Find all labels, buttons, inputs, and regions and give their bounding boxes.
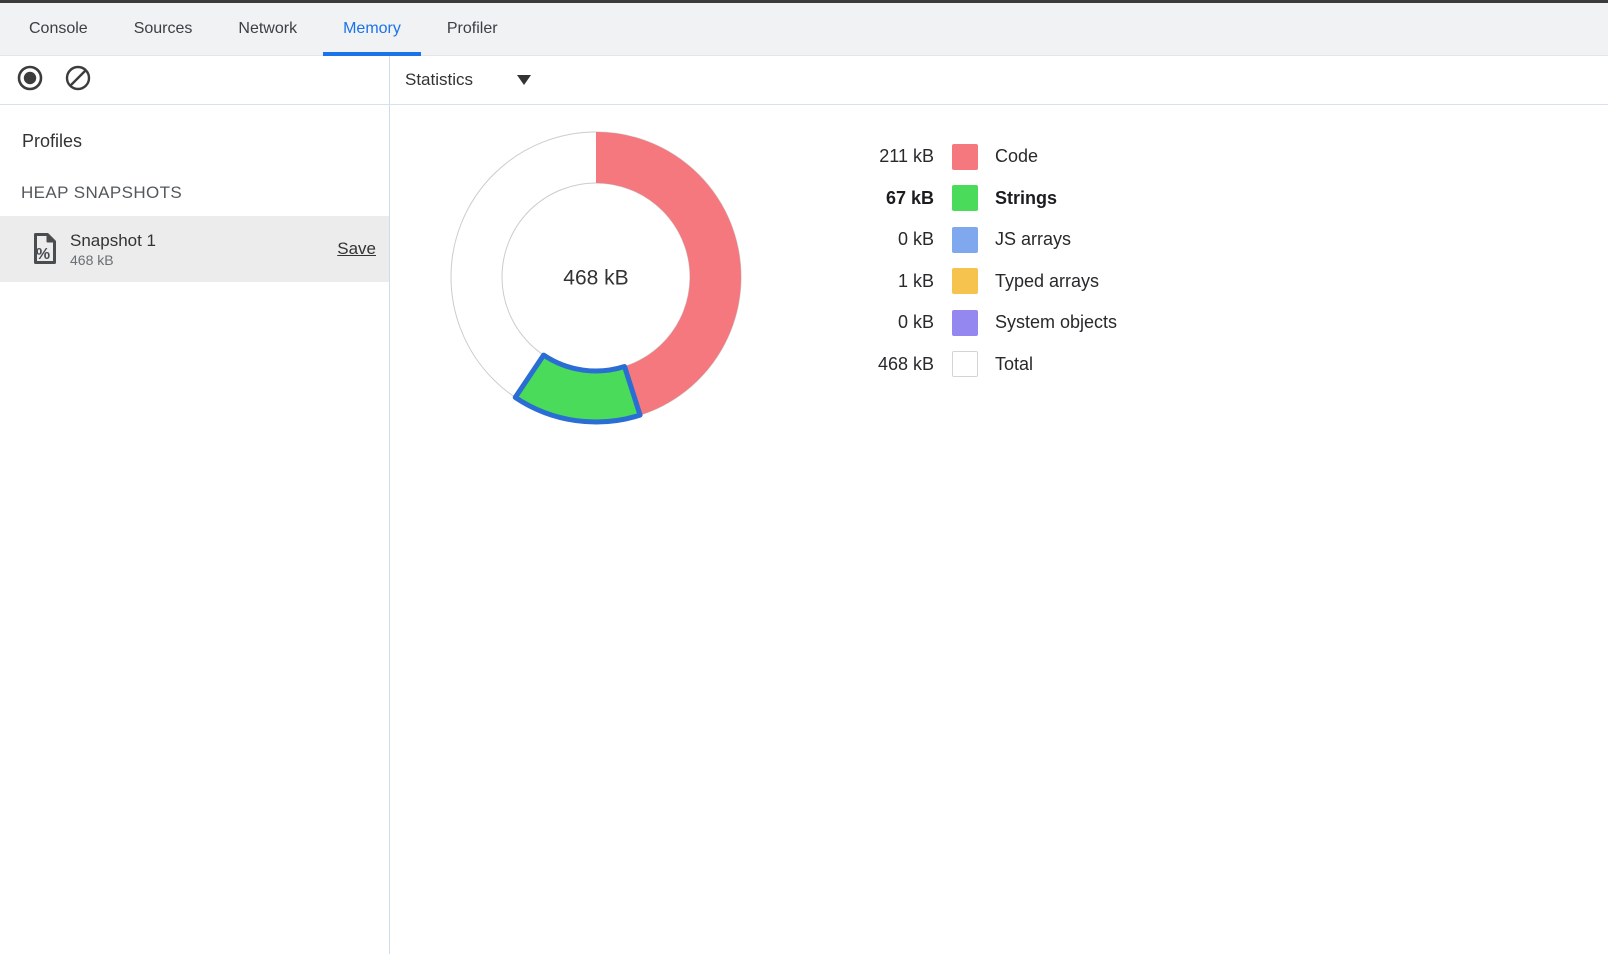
- legend-value: 468 kB: [830, 354, 934, 375]
- legend-label: Code: [995, 146, 1038, 167]
- snapshot-title: Snapshot 1: [70, 230, 337, 251]
- clear-profiles-button[interactable]: [65, 67, 91, 93]
- legend-value: 0 kB: [830, 229, 934, 250]
- donut-center-total-label: 468 kB: [563, 267, 628, 290]
- legend-row-js-arrays[interactable]: 0 kB JS arrays: [830, 219, 1117, 261]
- profiles-heading: Profiles: [0, 131, 389, 152]
- legend-row-typed-arrays[interactable]: 1 kB Typed arrays: [830, 261, 1117, 303]
- devtools-body: Profiles HEAP SNAPSHOTS % Snapshot 1 468…: [0, 105, 1608, 954]
- chevron-down-icon: [517, 75, 531, 85]
- record-heap-snapshot-button[interactable]: [17, 67, 43, 93]
- devtools-tabbar: Console Sources Network Memory Profiler: [0, 3, 1608, 56]
- snapshot-size: 468 kB: [70, 251, 337, 269]
- save-snapshot-link[interactable]: Save: [337, 239, 376, 259]
- legend-label: Strings: [995, 188, 1057, 209]
- view-toolbar: Statistics: [390, 56, 1608, 104]
- code-color-swatch: [952, 144, 978, 170]
- legend-row-total[interactable]: 468 kB Total: [830, 344, 1117, 386]
- js-arrays-color-swatch: [952, 227, 978, 253]
- profiles-sidebar: Profiles HEAP SNAPSHOTS % Snapshot 1 468…: [0, 105, 390, 954]
- legend-value: 1 kB: [830, 271, 934, 292]
- system-objects-color-swatch: [952, 310, 978, 336]
- tab-memory[interactable]: Memory: [323, 3, 421, 55]
- legend-value: 67 kB: [830, 188, 934, 209]
- heap-snapshot-file-icon: %: [30, 231, 60, 267]
- legend-label: Typed arrays: [995, 271, 1099, 292]
- toolbar: Statistics: [0, 56, 1608, 105]
- tab-sources[interactable]: Sources: [114, 3, 213, 55]
- legend-value: 211 kB: [830, 146, 934, 167]
- legend-row-code[interactable]: 211 kB Code: [830, 136, 1117, 178]
- legend-row-strings[interactable]: 67 kB Strings: [830, 178, 1117, 220]
- perspective-select[interactable]: Statistics: [405, 70, 531, 90]
- statistics-panel: 468 kB 211 kB Code 67 kB Strings 0 kB: [390, 105, 1608, 954]
- profiles-toolbar: [0, 56, 390, 104]
- sidebar-item-snapshot-1[interactable]: % Snapshot 1 468 kB Save: [0, 216, 389, 282]
- tab-network[interactable]: Network: [218, 3, 317, 55]
- legend-label: Total: [995, 354, 1033, 375]
- memory-donut-chart[interactable]: 468 kB: [446, 127, 746, 427]
- chart-legend: 211 kB Code 67 kB Strings 0 kB JS arrays…: [830, 136, 1117, 385]
- record-icon: [17, 65, 43, 96]
- legend-label: JS arrays: [995, 229, 1071, 250]
- legend-value: 0 kB: [830, 312, 934, 333]
- legend-row-system-objects[interactable]: 0 kB System objects: [830, 302, 1117, 344]
- strings-color-swatch: [952, 185, 978, 211]
- total-color-swatch: [952, 351, 978, 377]
- devtools-window: Console Sources Network Memory Profiler: [0, 0, 1608, 954]
- tab-profiler[interactable]: Profiler: [427, 3, 518, 55]
- perspective-select-value: Statistics: [405, 70, 473, 90]
- tab-console[interactable]: Console: [9, 3, 108, 55]
- svg-text:%: %: [36, 246, 50, 263]
- snapshot-info: Snapshot 1 468 kB: [70, 230, 337, 269]
- heap-snapshots-section-heading: HEAP SNAPSHOTS: [0, 183, 389, 203]
- typed-arrays-color-swatch: [952, 268, 978, 294]
- clear-slash-icon: [65, 65, 91, 96]
- legend-label: System objects: [995, 312, 1117, 333]
